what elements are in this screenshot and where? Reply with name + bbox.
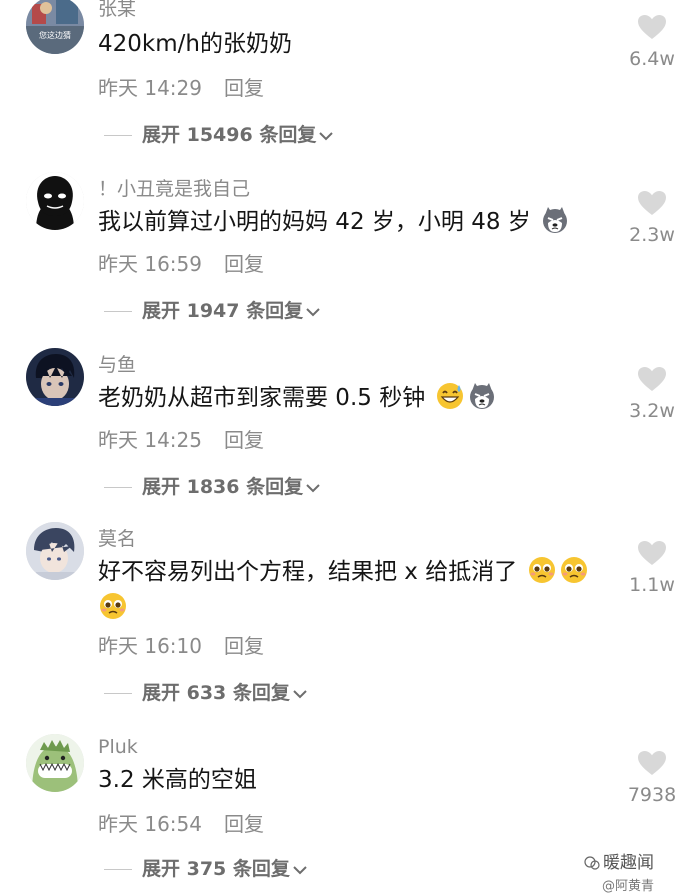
like-count: 3.2w [629,400,675,422]
chevron-down-icon [319,131,334,140]
heart-icon [638,191,666,215]
timestamp: 昨天 14:25 [98,428,202,452]
watermark-handle: @阿黄青 [601,879,654,894]
reply-button[interactable]: 回复 [224,812,264,836]
comment-meta: 昨天 14:29 回复 [98,72,264,101]
timestamp: 昨天 14:29 [98,76,202,100]
chevron-down-icon [306,307,320,316]
comment-text: 好不容易列出个方程，结果把 x 给抵消了 [98,554,598,626]
comment-item: 与鱼 老奶奶从超市到家需要 0.5 秒钟 昨天 14:25 回复 3.2w 展开 … [0,346,690,516]
divider-line [104,487,132,488]
expand-label: 展开 375 条回复 [142,858,290,880]
expand-label: 展开 15496 条回复 [142,124,317,146]
avatar-image [26,348,84,406]
chevron-down-icon [293,865,307,874]
comment-item: 莫名 好不容易列出个方程，结果把 x 给抵消了 昨天 16:10 回复 1.1w … [0,520,690,720]
watermark: 暖趣闻 @阿黄青 [584,848,654,894]
chevron-down-icon [306,483,320,492]
husky-emoji [540,205,570,235]
pleading-emoji [527,555,557,585]
like-button[interactable]: 1.1w [622,540,682,596]
comment-text-body: 我以前算过小明的妈妈 42 岁，小明 48 岁 [98,209,531,235]
comment-text: 我以前算过小明的妈妈 42 岁，小明 48 岁 [98,204,598,240]
avatar-overlay-text: 您这边猜 [39,30,71,40]
heart-icon [638,367,666,391]
avatar-image [26,172,84,230]
timestamp: 昨天 16:10 [98,634,202,658]
pleading-emoji [559,555,589,585]
comment-meta: 昨天 14:25 回复 [98,424,264,453]
divider-line [104,693,132,694]
expand-replies-button[interactable]: 展开 1947 条回复 [104,296,321,323]
reply-button[interactable]: 回复 [224,76,264,100]
like-count: 6.4w [629,48,675,70]
avatar[interactable] [26,348,84,406]
like-count: 1.1w [629,574,675,596]
divider-line [104,135,132,136]
like-count: 2.3w [629,224,675,246]
comment-text-body: 好不容易列出个方程，结果把 x 给抵消了 [98,559,518,585]
expand-replies-button[interactable]: 展开 375 条回复 [104,854,308,881]
username[interactable]: 莫名 [98,524,136,551]
divider-line [104,311,132,312]
timestamp: 昨天 16:54 [98,812,202,836]
avatar-image [26,734,84,792]
reply-button[interactable]: 回复 [224,428,264,452]
like-button[interactable]: 6.4w [622,14,682,70]
divider-line [104,869,132,870]
comment-text-body: 老奶奶从超市到家需要 0.5 秒钟 [98,385,426,411]
comment-item: 您这边猜 张某 420km/h的张奶奶 昨天 14:29 回复 6.4w 展开 1… [0,0,690,160]
like-button[interactable]: 7938 [622,750,682,806]
comment-item: ！小丑竟是我自己 我以前算过小明的妈妈 42 岁，小明 48 岁 昨天 16:5… [0,170,690,340]
expand-label: 展开 1947 条回复 [142,300,304,322]
watermark-brand-text: 暖趣闻 [603,853,654,873]
pleading-emoji [98,591,128,621]
avatar[interactable]: 您这边猜 [26,0,84,54]
username[interactable]: ！小丑竟是我自己 [98,174,250,201]
comment-text: 老奶奶从超市到家需要 0.5 秒钟 [98,380,598,416]
husky-emoji [467,381,497,411]
expand-replies-button[interactable]: 展开 1836 条回复 [104,472,321,499]
reply-button[interactable]: 回复 [224,252,264,276]
heart-icon [638,15,666,39]
like-count: 7938 [627,784,677,806]
watermark-brand: 暖趣闻 [584,848,654,873]
avatar[interactable] [26,522,84,580]
comment-text: 3.2 米高的空姐 [98,767,257,793]
sweat-smile-emoji [435,381,465,411]
chevron-down-icon [293,689,307,698]
comment-meta: 昨天 16:59 回复 [98,248,264,277]
expand-label: 展开 633 条回复 [142,682,290,704]
timestamp: 昨天 16:59 [98,252,202,276]
avatar[interactable] [26,734,84,792]
comment-meta: 昨天 16:54 回复 [98,808,264,837]
comment-meta: 昨天 16:10 回复 [98,630,264,659]
avatar-image: 您这边猜 [26,0,84,54]
username[interactable]: Pluk [98,736,138,758]
avatar-image [26,522,84,580]
wechat-icon [584,856,600,870]
heart-icon [638,751,666,775]
username[interactable]: 张某 [98,0,136,21]
avatar[interactable] [26,172,84,230]
reply-button[interactable]: 回复 [224,634,264,658]
expand-label: 展开 1836 条回复 [142,476,304,498]
like-button[interactable]: 3.2w [622,366,682,422]
heart-icon [638,541,666,565]
expand-replies-button[interactable]: 展开 633 条回复 [104,678,308,705]
like-button[interactable]: 2.3w [622,190,682,246]
username[interactable]: 与鱼 [98,350,136,377]
comment-text: 420km/h的张奶奶 [98,31,292,57]
expand-replies-button[interactable]: 展开 15496 条回复 [104,120,334,147]
